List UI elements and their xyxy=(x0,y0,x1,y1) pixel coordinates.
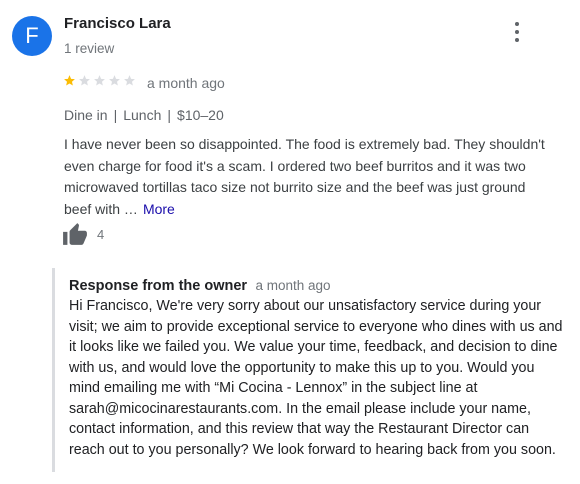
reviewer-avatar[interactable]: F xyxy=(12,16,52,56)
more-vert-icon-dot xyxy=(515,30,519,34)
review-text: I have never been so disappointed. The f… xyxy=(64,136,545,217)
review-body: I have never been so disappointed. The f… xyxy=(64,134,554,220)
visit-type: Dine in xyxy=(64,107,108,123)
more-link[interactable]: More xyxy=(143,201,175,217)
owner-response: Response from the owner a month ago Hi F… xyxy=(52,268,575,472)
owner-response-text: Hi Francisco, We're very sorry about our… xyxy=(69,298,563,458)
star-empty-icon xyxy=(94,75,105,86)
review-time: a month ago xyxy=(147,75,225,91)
meta-separator: | xyxy=(113,107,118,123)
reviewer-review-count: 1 review xyxy=(64,41,115,56)
thumbs-up-icon xyxy=(63,223,87,245)
meal-type: Lunch xyxy=(123,107,162,123)
like-count: 4 xyxy=(97,226,105,242)
owner-response-header: Response from the owner a month ago xyxy=(69,277,331,295)
star-empty-icon xyxy=(109,75,120,86)
avatar-initial: F xyxy=(25,23,39,48)
star-rating xyxy=(63,74,138,92)
owner-response-title: Response from the owner xyxy=(69,278,248,294)
more-options-button[interactable] xyxy=(508,22,526,42)
meta-separator: | xyxy=(167,107,172,123)
more-vert-icon-dot xyxy=(515,22,519,26)
reviewer-name[interactable]: Francisco Lara xyxy=(64,15,171,32)
more-vert-icon-dot xyxy=(515,38,519,42)
rating-row: a month ago xyxy=(63,74,225,92)
star-empty-icon xyxy=(124,75,135,86)
like-button[interactable]: 4 xyxy=(62,222,104,246)
owner-response-time: a month ago xyxy=(255,278,331,293)
star-filled-icon xyxy=(64,75,75,86)
star-empty-icon xyxy=(79,75,90,86)
visit-details: Dine in | Lunch | $10–20 xyxy=(64,107,224,123)
price-range: $10–20 xyxy=(177,107,224,123)
